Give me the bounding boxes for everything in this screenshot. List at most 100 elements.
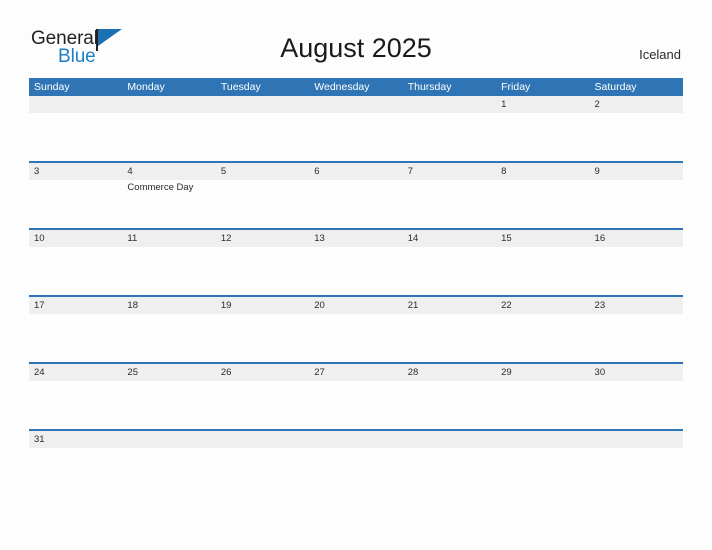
calendar-day-cell[interactable]: 27: [309, 364, 402, 429]
page-header: General Blue August 2025 Iceland: [0, 0, 712, 78]
calendar-week-cells: 17 18 19 20 21 22 23: [29, 297, 683, 362]
calendar-week-row: 12: [29, 96, 683, 163]
calendar-day-cell[interactable]: 2: [590, 96, 683, 161]
day-number: 1: [501, 99, 507, 110]
calendar-week-row: 3 4 Commerce Day 5 6 7 8 9: [29, 163, 683, 230]
day-number: 20: [314, 300, 325, 311]
day-number: 7: [407, 166, 413, 177]
weekday-header-monday: Monday: [127, 81, 165, 93]
day-number: 29: [501, 367, 512, 378]
day-number: 22: [501, 300, 512, 311]
day-number: 8: [501, 166, 507, 177]
day-number: 30: [594, 367, 606, 378]
calendar-day-cell[interactable]: 19: [216, 297, 309, 362]
day-number: 31: [34, 434, 45, 445]
day-number: 19: [220, 300, 232, 311]
calendar-page: General Blue August 2025 Iceland Sunday …: [0, 0, 712, 550]
day-number: 25: [127, 367, 138, 378]
weekday-header-row: Sunday Monday Tuesday Wednesday Thursday…: [29, 78, 683, 96]
calendar-day-cell[interactable]: 28: [403, 364, 496, 429]
calendar-day-cell[interactable]: 14: [403, 230, 496, 295]
day-number: 15: [501, 233, 512, 244]
weekday-header-tuesday: Tuesday: [220, 81, 261, 93]
calendar-day-cell[interactable]: 10: [29, 230, 122, 295]
calendar-grid: Sunday Monday Tuesday Wednesday Thursday…: [29, 78, 683, 461]
calendar-day-cell[interactable]: 5: [216, 163, 309, 228]
calendar-day-cell[interactable]: 12: [216, 230, 309, 295]
day-number: 21: [407, 300, 419, 311]
day-number: 18: [127, 300, 138, 311]
calendar-day-cell[interactable]: 23: [590, 297, 683, 362]
calendar-day-cell[interactable]: [122, 96, 215, 161]
day-number: 13: [314, 233, 325, 244]
calendar-day-cell[interactable]: 1: [496, 96, 589, 161]
day-number: 11: [127, 233, 138, 244]
calendar-day-cell[interactable]: 21: [403, 297, 496, 362]
calendar-day-cell[interactable]: 25: [122, 364, 215, 429]
calendar-day-cell[interactable]: 24: [29, 364, 122, 429]
calendar-day-cell[interactable]: [216, 96, 309, 161]
day-number: 28: [407, 367, 419, 378]
day-number: 2: [594, 99, 600, 110]
day-number: 3: [34, 166, 40, 177]
calendar-week-row: 17 18 19 20 21 22 23: [29, 297, 683, 364]
day-number: 12: [220, 233, 232, 244]
calendar-day-cell[interactable]: [496, 431, 589, 461]
calendar-day-cell[interactable]: 16: [590, 230, 683, 295]
calendar-day-cell[interactable]: [309, 96, 402, 161]
calendar-day-cell[interactable]: [309, 431, 402, 461]
calendar-day-cell[interactable]: 8: [496, 163, 589, 228]
day-number: 27: [314, 367, 325, 378]
calendar-day-cell[interactable]: 15: [496, 230, 589, 295]
calendar-day-cell[interactable]: 7: [403, 163, 496, 228]
calendar-day-cell[interactable]: 3: [29, 163, 122, 228]
day-number: 24: [34, 367, 45, 378]
calendar-day-cell[interactable]: [29, 96, 122, 161]
calendar-week-cells: 31: [29, 431, 683, 461]
calendar-day-cell[interactable]: [216, 431, 309, 461]
calendar-day-cell[interactable]: 29: [496, 364, 589, 429]
weekday-header-saturday: Saturday: [594, 81, 637, 93]
day-number: 23: [594, 300, 606, 311]
day-number: 14: [407, 233, 419, 244]
calendar-day-cell[interactable]: [403, 96, 496, 161]
calendar-event: Commerce Day: [127, 182, 194, 193]
calendar-day-cell[interactable]: 13: [309, 230, 402, 295]
day-number: 17: [34, 300, 45, 311]
calendar-day-cell[interactable]: 6: [309, 163, 402, 228]
weekday-header-friday: Friday: [501, 81, 531, 93]
calendar-day-cell[interactable]: [122, 431, 215, 461]
weekday-header-wednesday: Wednesday: [314, 81, 370, 93]
calendar-day-cell[interactable]: 9: [590, 163, 683, 228]
page-title: August 2025: [280, 33, 432, 63]
weekday-header-sunday: Sunday: [34, 81, 70, 93]
day-number: 16: [594, 233, 606, 244]
day-number: 4: [127, 166, 133, 177]
calendar-day-cell[interactable]: 26: [216, 364, 309, 429]
calendar-week-row: 10 11 12 13 14 15 16: [29, 230, 683, 297]
calendar-day-cell[interactable]: [403, 431, 496, 461]
day-number: 10: [34, 233, 45, 244]
calendar-week-cells: 24 25 26 27 28 29 30: [29, 364, 683, 429]
calendar-day-cell[interactable]: [590, 431, 683, 461]
country-label: Iceland: [639, 47, 681, 62]
calendar-day-cell[interactable]: 17: [29, 297, 122, 362]
weekday-header-thursday: Thursday: [407, 81, 452, 93]
day-events: Commerce Day: [127, 180, 215, 194]
calendar-week-cells: 10 11 12 13 14 15 16: [29, 230, 683, 295]
calendar-week-cells: 3 4 Commerce Day 5 6 7 8 9: [29, 163, 683, 228]
calendar-day-cell[interactable]: 11: [122, 230, 215, 295]
calendar-day-cell[interactable]: 20: [309, 297, 402, 362]
calendar-day-cell[interactable]: 4 Commerce Day: [122, 163, 215, 228]
calendar-week-cells: 12: [29, 96, 683, 161]
day-number: 5: [220, 166, 227, 177]
day-number: 26: [220, 367, 232, 378]
day-number: 9: [594, 166, 600, 177]
calendar-day-cell[interactable]: 31: [29, 431, 122, 461]
calendar-week-row: 24 25 26 27 28 29 30: [29, 364, 683, 431]
calendar-day-cell[interactable]: 30: [590, 364, 683, 429]
day-number: 6: [314, 166, 320, 177]
calendar-week-row: 31: [29, 431, 683, 461]
calendar-day-cell[interactable]: 18: [122, 297, 215, 362]
calendar-day-cell[interactable]: 22: [496, 297, 589, 362]
